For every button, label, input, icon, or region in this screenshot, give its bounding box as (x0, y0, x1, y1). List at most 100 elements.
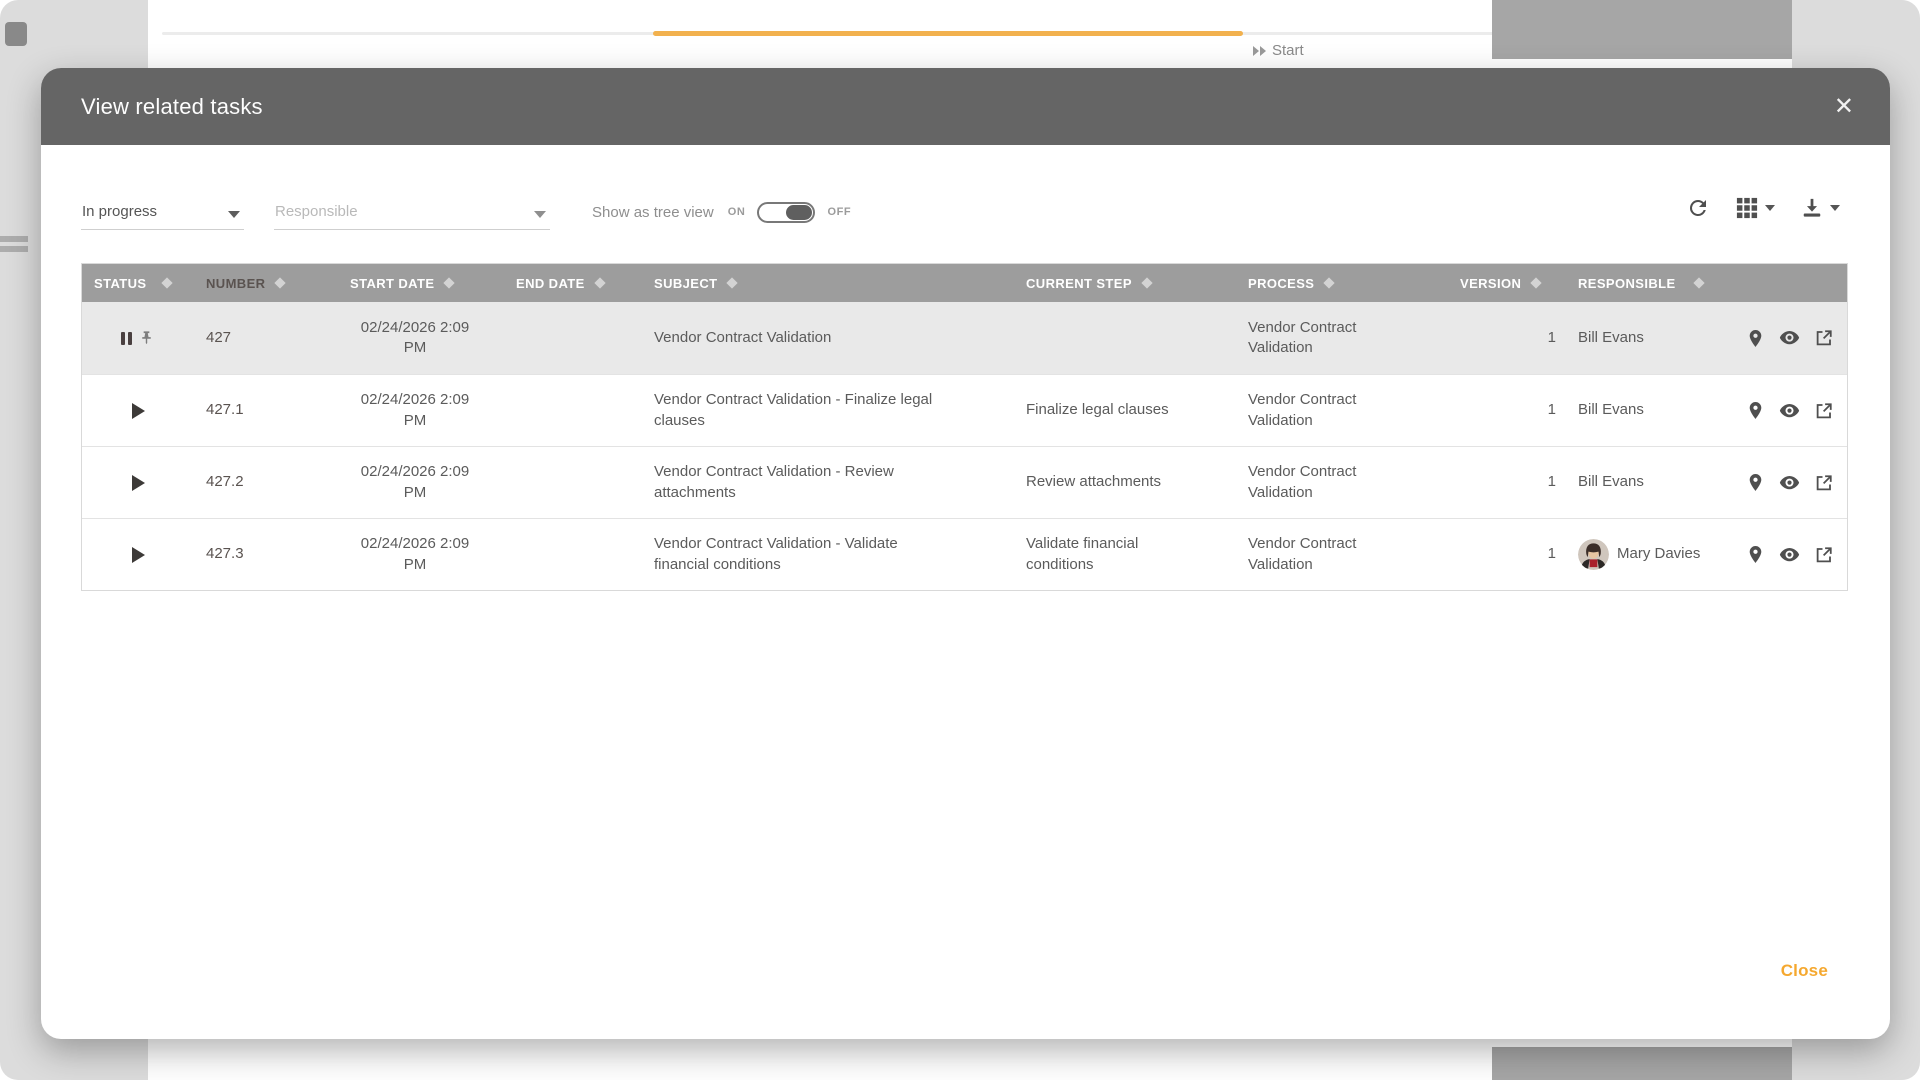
column-header-process[interactable]: PROCESS (1236, 276, 1448, 291)
sort-icon (1531, 277, 1542, 288)
responsible-filter-placeholder: Responsible (275, 203, 358, 220)
view-icon[interactable] (1779, 546, 1800, 564)
refresh-button[interactable] (1686, 196, 1710, 220)
sort-icon (444, 277, 455, 288)
dialog-title: View related tasks (41, 94, 263, 120)
background-panel-top (1492, 0, 1792, 59)
responsible-cell: Bill Evans (1566, 447, 1734, 518)
process-cell: Vendor Contract Validation (1236, 302, 1448, 374)
pin-icon (138, 330, 155, 347)
row-actions (1734, 519, 1847, 590)
status-filter-value: In progress (82, 203, 157, 220)
end-date-cell (504, 519, 642, 590)
version-cell: 1 (1448, 375, 1566, 446)
locate-in-process-icon[interactable] (1747, 473, 1764, 492)
responsible-cell: Bill Evans (1566, 375, 1734, 446)
double-chevron-icon (1253, 46, 1266, 56)
grid-view-button[interactable] (1736, 197, 1775, 219)
chevron-down-icon (1765, 205, 1775, 211)
related-tasks-dialog: View related tasks ✕ In progress Respons… (41, 68, 1890, 1039)
responsible-name: Bill Evans (1578, 400, 1644, 420)
number-cell: 427.1 (194, 375, 326, 446)
end-date-cell (504, 375, 642, 446)
toggle-on-label: ON (728, 206, 746, 218)
chevron-down-icon (1830, 205, 1840, 211)
status-cell (82, 519, 194, 590)
version-cell: 1 (1448, 447, 1566, 518)
start-button-label: Start (1272, 42, 1304, 59)
column-header-subject[interactable]: SUBJECT (642, 276, 1014, 291)
avatar (1578, 539, 1609, 570)
table-row[interactable]: 427.1 02/24/2026 2:09 PM Vendor Contract… (82, 374, 1847, 446)
view-icon[interactable] (1779, 474, 1800, 492)
row-actions (1734, 302, 1847, 374)
tree-view-toggle[interactable] (757, 202, 815, 223)
column-header-version[interactable]: VERSION (1448, 276, 1566, 291)
responsible-cell: Mary Davies (1566, 519, 1734, 590)
process-cell: Vendor Contract Validation (1236, 519, 1448, 590)
play-icon (132, 547, 145, 563)
table-row[interactable]: 427.3 02/24/2026 2:09 PM Vendor Contract… (82, 518, 1847, 590)
column-header-status[interactable]: STATUS (82, 276, 194, 291)
close-icon[interactable]: ✕ (1834, 95, 1854, 119)
open-in-new-icon[interactable] (1815, 329, 1833, 347)
column-header-end-date[interactable]: END DATE (504, 276, 642, 291)
dialog-header: View related tasks ✕ (41, 68, 1890, 145)
toggle-knob (786, 205, 812, 220)
status-filter-select[interactable]: In progress (81, 194, 244, 230)
end-date-cell (504, 302, 642, 374)
column-header-current-step[interactable]: CURRENT STEP (1014, 276, 1236, 291)
open-in-new-icon[interactable] (1815, 546, 1833, 564)
download-button[interactable] (1801, 197, 1840, 219)
sort-icon (162, 277, 173, 288)
responsible-name: Bill Evans (1578, 472, 1644, 492)
subject-cell: Vendor Contract Validation - Finalize le… (642, 375, 1014, 446)
process-cell: Vendor Contract Validation (1236, 375, 1448, 446)
subject-cell: Vendor Contract Validation (642, 302, 1014, 374)
open-in-new-icon[interactable] (1815, 402, 1833, 420)
subject-cell: Vendor Contract Validation - Review atta… (642, 447, 1014, 518)
start-date-cell: 02/24/2026 2:09 PM (326, 447, 504, 518)
column-header-start-date[interactable]: START DATE (326, 276, 504, 291)
responsible-filter-select[interactable]: Responsible (274, 194, 550, 230)
locate-in-process-icon[interactable] (1747, 329, 1764, 348)
status-cell (82, 447, 194, 518)
current-step-cell: Validate financial conditions (1014, 519, 1236, 590)
related-tasks-table: STATUS NUMBER START DATE END DATE SUBJEC… (81, 263, 1848, 591)
number-cell: 427 (194, 302, 326, 374)
screen: Start View related tasks ✕ In progress R… (0, 0, 1920, 1080)
number-cell: 427.3 (194, 519, 326, 590)
column-header-responsible[interactable]: RESPONSIBLE (1566, 276, 1734, 291)
start-button[interactable]: Start (1253, 42, 1304, 59)
locate-in-process-icon[interactable] (1747, 545, 1764, 564)
table-row[interactable]: 427 02/24/2026 2:09 PM Vendor Contract V… (82, 302, 1847, 374)
responsible-cell: Bill Evans (1566, 302, 1734, 374)
responsible-name: Bill Evans (1578, 328, 1644, 348)
open-in-new-icon[interactable] (1815, 474, 1833, 492)
chevron-down-icon (228, 211, 240, 218)
column-header-number[interactable]: NUMBER (194, 276, 326, 291)
view-icon[interactable] (1779, 402, 1800, 420)
end-date-cell (504, 447, 642, 518)
current-step-cell: Finalize legal clauses (1014, 375, 1236, 446)
view-icon[interactable] (1779, 329, 1800, 347)
refresh-icon (1686, 196, 1710, 220)
sort-icon (275, 277, 286, 288)
subject-cell: Vendor Contract Validation - Validate fi… (642, 519, 1014, 590)
row-actions (1734, 447, 1847, 518)
background-sidebar-fragment (0, 236, 28, 242)
grid-icon (1736, 197, 1758, 219)
active-tab-underline (653, 31, 1243, 36)
sort-icon (727, 277, 738, 288)
locate-in-process-icon[interactable] (1747, 401, 1764, 420)
process-cell: Vendor Contract Validation (1236, 447, 1448, 518)
table-row[interactable]: 427.2 02/24/2026 2:09 PM Vendor Contract… (82, 446, 1847, 518)
start-date-cell: 02/24/2026 2:09 PM (326, 302, 504, 374)
download-icon (1801, 197, 1823, 219)
sort-icon (1324, 277, 1335, 288)
sort-icon (1141, 277, 1152, 288)
sort-icon (1693, 277, 1704, 288)
close-button[interactable]: Close (1781, 961, 1828, 981)
background-panel-bottom (1492, 1047, 1792, 1080)
chevron-down-icon (534, 211, 546, 218)
